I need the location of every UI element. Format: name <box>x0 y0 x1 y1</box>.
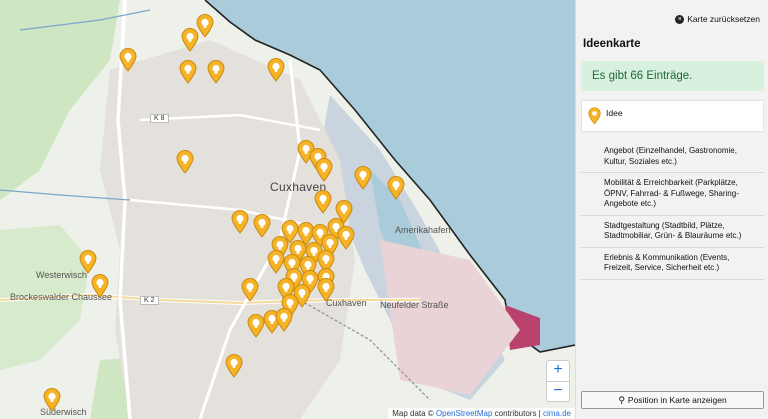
idea-marker[interactable] <box>241 278 259 302</box>
idea-marker[interactable] <box>354 166 372 190</box>
attribution-mid: contributors | <box>494 409 541 418</box>
map-attribution: Map data © OpenStreetMap contributors | … <box>388 408 575 419</box>
lightbulb-pin-icon <box>181 28 199 52</box>
street-label: Amerikahafen <box>395 225 451 235</box>
zoom-out-button[interactable]: − <box>547 381 569 401</box>
category-mobilitaet[interactable]: Mobilität & Erreichbarkeit (Parkplätze, … <box>581 173 764 216</box>
legend-label: Idee <box>606 108 623 118</box>
idea-marker[interactable] <box>43 388 61 412</box>
idea-marker[interactable] <box>317 278 335 302</box>
idea-marker[interactable] <box>181 28 199 52</box>
idea-marker[interactable] <box>207 60 225 84</box>
lightbulb-pin-icon <box>207 60 225 84</box>
lightbulb-pin-icon <box>387 176 405 200</box>
lightbulb-pin-icon <box>247 314 265 338</box>
lightbulb-pin-icon <box>588 107 601 130</box>
lightbulb-pin-icon <box>354 166 372 190</box>
lightbulb-pin-icon <box>225 354 243 378</box>
idea-marker[interactable] <box>91 274 109 298</box>
entry-count: Es gibt 66 Einträge. <box>581 61 764 91</box>
idea-marker[interactable] <box>337 226 355 250</box>
road-badge: K 2 <box>140 296 159 305</box>
close-icon: × <box>675 14 685 24</box>
idea-marker[interactable] <box>176 150 194 174</box>
category-list: Angebot (Einzelhandel, Gastronomie, Kult… <box>581 141 764 280</box>
idea-marker[interactable] <box>231 210 249 234</box>
category-stadtgestaltung[interactable]: Stadtgestaltung (Stadtbild, Plätze, Stad… <box>581 216 764 248</box>
attribution-prefix: Map data © <box>392 409 434 418</box>
side-panel: × Karte zurücksetzen Ideenkarte Es gibt … <box>575 0 768 419</box>
street-label: Neufelder Straße <box>380 300 449 310</box>
lightbulb-pin-icon <box>91 274 109 298</box>
map-view[interactable]: Cuxhaven Westerwisch Brockeswalder Chaus… <box>0 0 575 419</box>
osm-link[interactable]: OpenStreetMap <box>436 409 492 418</box>
lightbulb-pin-icon <box>231 210 249 234</box>
lightbulb-pin-icon <box>176 150 194 174</box>
lightbulb-pin-icon <box>179 60 197 84</box>
show-position-button[interactable]: ⚲ Position in Karte anzeigen <box>581 391 764 409</box>
category-erlebnis[interactable]: Erlebnis & Kommunikation (Events, Freize… <box>581 248 764 280</box>
zoom-control: + − <box>546 360 570 402</box>
idea-marker[interactable] <box>119 48 137 72</box>
lightbulb-pin-icon <box>315 158 333 182</box>
reset-map-label: Karte zurücksetzen <box>687 14 760 24</box>
lightbulb-pin-icon <box>43 388 61 412</box>
idea-marker[interactable] <box>267 58 285 82</box>
show-position-label: Position in Karte anzeigen <box>627 395 727 405</box>
location-person-icon: ⚲ <box>618 395 625 405</box>
lightbulb-pin-icon <box>275 308 293 332</box>
lightbulb-pin-icon <box>119 48 137 72</box>
idea-marker[interactable] <box>179 60 197 84</box>
road-badge: K 8 <box>150 114 169 123</box>
idea-marker[interactable] <box>315 158 333 182</box>
lightbulb-pin-icon <box>314 190 332 214</box>
idea-marker[interactable] <box>314 190 332 214</box>
lightbulb-pin-icon <box>241 278 259 302</box>
reset-map-button[interactable]: × Karte zurücksetzen <box>675 14 760 24</box>
idea-marker[interactable] <box>253 214 271 238</box>
cima-link[interactable]: cima.de <box>543 409 571 418</box>
idea-marker[interactable] <box>247 314 265 338</box>
lightbulb-pin-icon <box>79 250 97 274</box>
category-angebot[interactable]: Angebot (Einzelhandel, Gastronomie, Kult… <box>581 141 764 173</box>
zoom-in-button[interactable]: + <box>547 361 569 381</box>
idea-marker[interactable] <box>225 354 243 378</box>
lightbulb-pin-icon <box>337 226 355 250</box>
map-base <box>0 0 575 419</box>
idea-marker[interactable] <box>387 176 405 200</box>
panel-title: Ideenkarte <box>583 38 641 50</box>
idea-marker[interactable] <box>79 250 97 274</box>
lightbulb-pin-icon <box>267 58 285 82</box>
idea-marker[interactable] <box>275 308 293 332</box>
lightbulb-pin-icon <box>317 278 335 302</box>
legend-idee[interactable]: Idee <box>581 100 764 132</box>
lightbulb-pin-icon <box>253 214 271 238</box>
